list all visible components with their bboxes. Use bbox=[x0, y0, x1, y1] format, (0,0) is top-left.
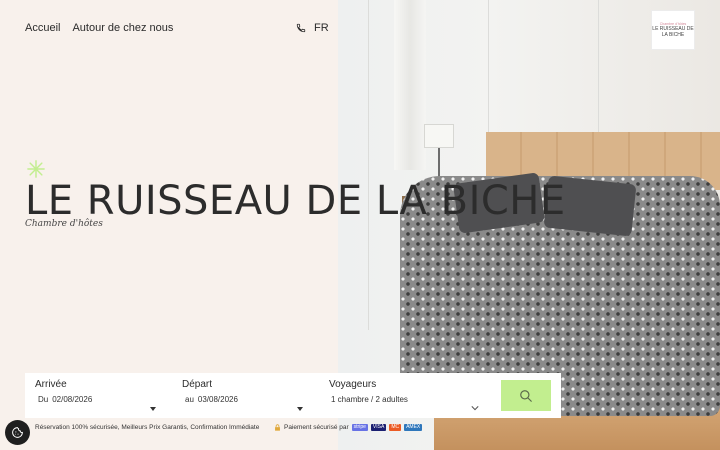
logo-name: LE RUISSEAU DE LA BICHE bbox=[652, 26, 694, 38]
arrival-prefix: Du bbox=[38, 395, 49, 404]
departure-prefix: au bbox=[185, 395, 194, 404]
stripe-logo: stripe bbox=[351, 424, 368, 431]
page-title: LE RUISSEAU DE LA BICHE bbox=[25, 178, 566, 224]
guests-field[interactable]: Voyageurs 1 chambre / 2 adultes bbox=[329, 379, 489, 411]
main-nav: Accueil Autour de chez nous bbox=[25, 22, 173, 34]
nav-link-home[interactable]: Accueil bbox=[25, 22, 60, 34]
departure-date[interactable]: 03/08/2026 bbox=[198, 395, 238, 404]
arrival-date[interactable]: 02/08/2026 bbox=[52, 395, 92, 404]
phone-icon[interactable] bbox=[296, 23, 306, 33]
search-button[interactable] bbox=[501, 380, 551, 411]
mastercard-logo: MC bbox=[389, 424, 402, 431]
arrival-label: Arrivée bbox=[35, 379, 67, 390]
visa-logo: VISA bbox=[370, 424, 387, 431]
page-subtitle: Chambre d'hôtes bbox=[25, 219, 103, 229]
departure-field[interactable]: Départ au 03/08/2026 bbox=[182, 379, 307, 411]
arrival-dropdown-icon[interactable] bbox=[150, 407, 156, 411]
guests-value[interactable]: 1 chambre / 2 adultes bbox=[331, 395, 408, 404]
site-logo[interactable]: Chambre d'hôtes LE RUISSEAU DE LA BICHE bbox=[651, 10, 695, 50]
cookie-settings-button[interactable] bbox=[5, 420, 30, 445]
photo-wall-panel-line bbox=[368, 0, 369, 330]
cookie-icon bbox=[12, 427, 23, 438]
chevron-down-icon[interactable] bbox=[471, 405, 479, 411]
language-selector[interactable]: FR bbox=[314, 22, 329, 34]
departure-label: Départ bbox=[182, 379, 213, 390]
amex-logo: AMEX bbox=[404, 424, 423, 431]
arrival-field[interactable]: Arrivée Du 02/08/2026 bbox=[35, 379, 160, 411]
photo-curtain bbox=[394, 0, 426, 170]
contact-language: FR bbox=[296, 22, 329, 34]
photo-lamp-shade bbox=[424, 124, 454, 148]
secure-payment: Paiement sécurisé par stripe VISA MC AME… bbox=[274, 424, 423, 431]
search-icon bbox=[520, 389, 532, 402]
sparkle-icon bbox=[27, 160, 45, 178]
guests-label: Voyageurs bbox=[329, 379, 377, 390]
departure-dropdown-icon[interactable] bbox=[297, 407, 303, 411]
nav-link-around[interactable]: Autour de chez nous bbox=[72, 22, 173, 34]
lock-icon bbox=[275, 424, 280, 431]
secure-payment-label: Paiement sécurisé par bbox=[284, 424, 349, 431]
reassurance-text: Réservation 100% sécurisée, Meilleurs Pr… bbox=[35, 424, 260, 431]
booking-bar: Arrivée Du 02/08/2026 Départ au 03/08/20… bbox=[25, 373, 561, 418]
